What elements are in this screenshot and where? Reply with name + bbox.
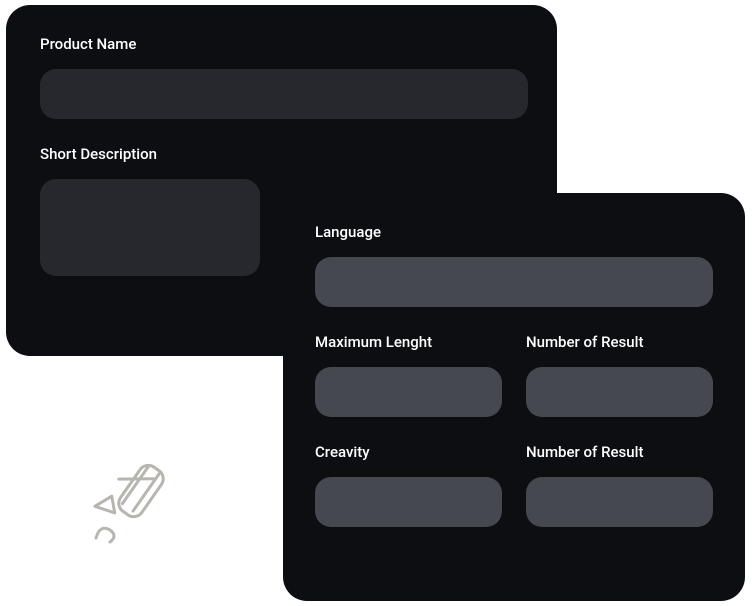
number-of-result-2-input[interactable] [526,477,713,527]
number-of-result-1-field-group: Number of Result [526,333,713,417]
creativity-label: Creavity [315,443,502,461]
product-name-input[interactable] [40,69,528,119]
creativity-input[interactable] [315,477,502,527]
number-of-result-1-input[interactable] [526,367,713,417]
short-description-label: Short Description [40,145,523,163]
short-description-textarea[interactable] [40,179,260,276]
creativity-field-group: Creavity [315,443,502,527]
max-length-input[interactable] [315,367,502,417]
number-of-result-1-label: Number of Result [526,333,713,351]
number-of-result-2-label: Number of Result [526,443,713,461]
product-name-field-group: Product Name [40,35,523,119]
settings-form-card: Language Maximum Lenght Number of Result… [283,193,745,601]
row-1: Maximum Lenght Number of Result [315,333,713,443]
product-name-label: Product Name [40,35,523,53]
max-length-field-group: Maximum Lenght [315,333,502,417]
language-label: Language [315,223,713,241]
pencil-icon [88,456,184,546]
language-field-group: Language [315,223,713,307]
row-2: Creavity Number of Result [315,443,713,553]
language-input[interactable] [315,257,713,307]
max-length-label: Maximum Lenght [315,333,502,351]
number-of-result-2-field-group: Number of Result [526,443,713,527]
